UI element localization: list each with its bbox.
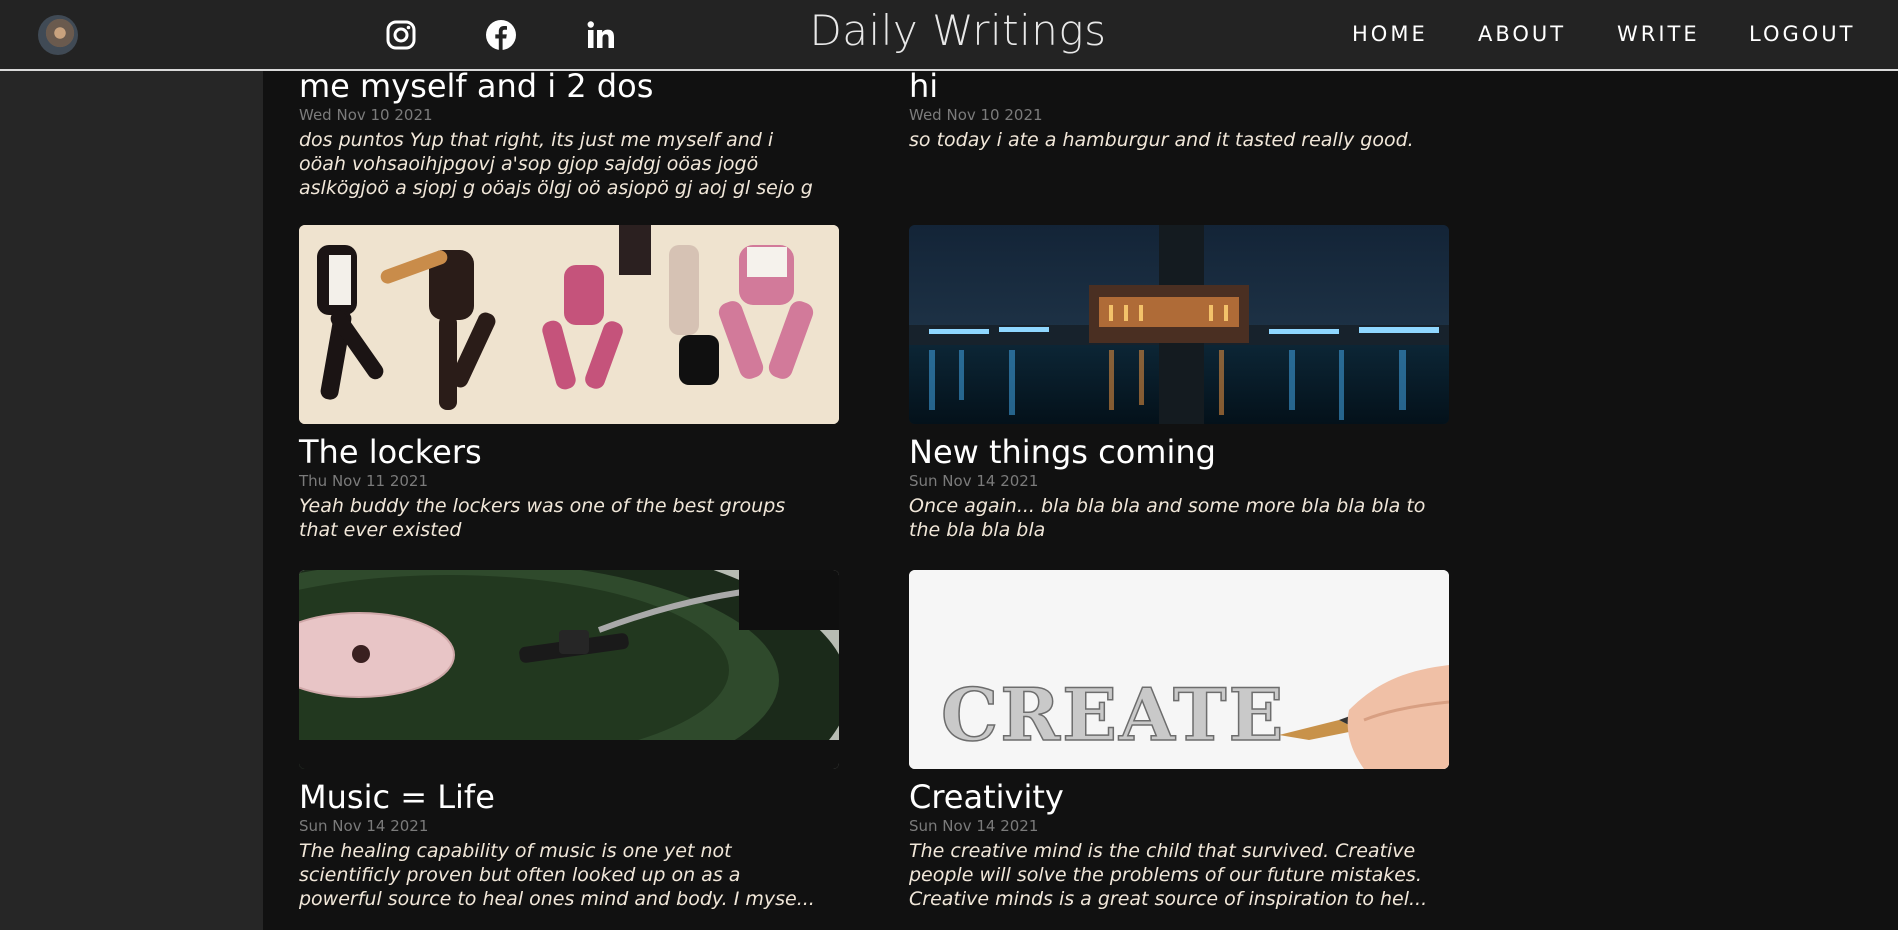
post-title[interactable]: hi — [909, 71, 1449, 104]
post-excerpt: The creative mind is the child that surv… — [909, 840, 1428, 910]
post-card[interactable]: Music = Life Sun Nov 14 2021 The healing… — [299, 570, 839, 911]
avatar[interactable] — [38, 15, 78, 55]
post-image-city-at-night[interactable] — [909, 225, 1449, 424]
post-card[interactable]: New things coming Sun Nov 14 2021 Once a… — [909, 225, 1449, 542]
post-date: Sun Nov 14 2021 — [299, 817, 429, 835]
post-excerpt: Once again... bla bla bla and some more … — [909, 495, 1426, 541]
post-excerpt: dos puntos Yup that right, its just me m… — [299, 129, 813, 199]
post-date: Thu Nov 11 2021 — [299, 472, 429, 490]
post-title[interactable]: Creativity — [909, 779, 1449, 815]
linkedin-icon[interactable] — [585, 18, 617, 52]
site-title[interactable]: Daily Writings — [758, 6, 1158, 55]
post-title[interactable]: The lockers — [299, 434, 839, 470]
post-card[interactable]: CREATE Creativity Sun Nov 14 2021 The cr… — [909, 570, 1449, 911]
top-navbar: Daily Writings HOME ABOUT WRITE LOGOUT — [0, 0, 1898, 71]
post-date: Wed Nov 10 2021 — [909, 106, 1043, 124]
post-title[interactable]: me myself and i 2 dos — [299, 71, 839, 104]
nav-about[interactable]: ABOUT — [1478, 22, 1566, 46]
nav-write[interactable]: WRITE — [1617, 22, 1700, 46]
post-date: Wed Nov 10 2021 — [299, 106, 433, 124]
facebook-icon[interactable] — [485, 18, 517, 52]
create-hero-text: CREATE — [941, 672, 1285, 757]
post-image-create-pencil[interactable]: CREATE — [909, 570, 1449, 769]
nav-logout[interactable]: LOGOUT — [1749, 22, 1855, 46]
post-date: Sun Nov 14 2021 — [909, 472, 1039, 490]
post-excerpt: so today i ate a hamburgur and it tasted… — [909, 129, 1414, 151]
nav-home[interactable]: HOME — [1352, 22, 1428, 46]
post-card[interactable]: me myself and i 2 dos Wed Nov 10 2021 do… — [299, 71, 839, 200]
post-card[interactable]: The lockers Thu Nov 11 2021 Yeah buddy t… — [299, 225, 839, 542]
post-date: Sun Nov 14 2021 — [909, 817, 1039, 835]
post-excerpt: The healing capability of music is one y… — [299, 840, 815, 910]
post-image-vinyl-record-player[interactable] — [299, 570, 839, 769]
post-title[interactable]: New things coming — [909, 434, 1449, 470]
instagram-icon[interactable] — [385, 18, 417, 52]
post-card[interactable]: hi Wed Nov 10 2021 so today i ate a hamb… — [909, 71, 1449, 152]
post-image-dancers[interactable] — [299, 225, 839, 424]
post-title[interactable]: Music = Life — [299, 779, 839, 815]
post-excerpt: Yeah buddy the lockers was one of the be… — [299, 495, 786, 541]
posts-grid: me myself and i 2 dos Wed Nov 10 2021 do… — [263, 71, 1898, 930]
